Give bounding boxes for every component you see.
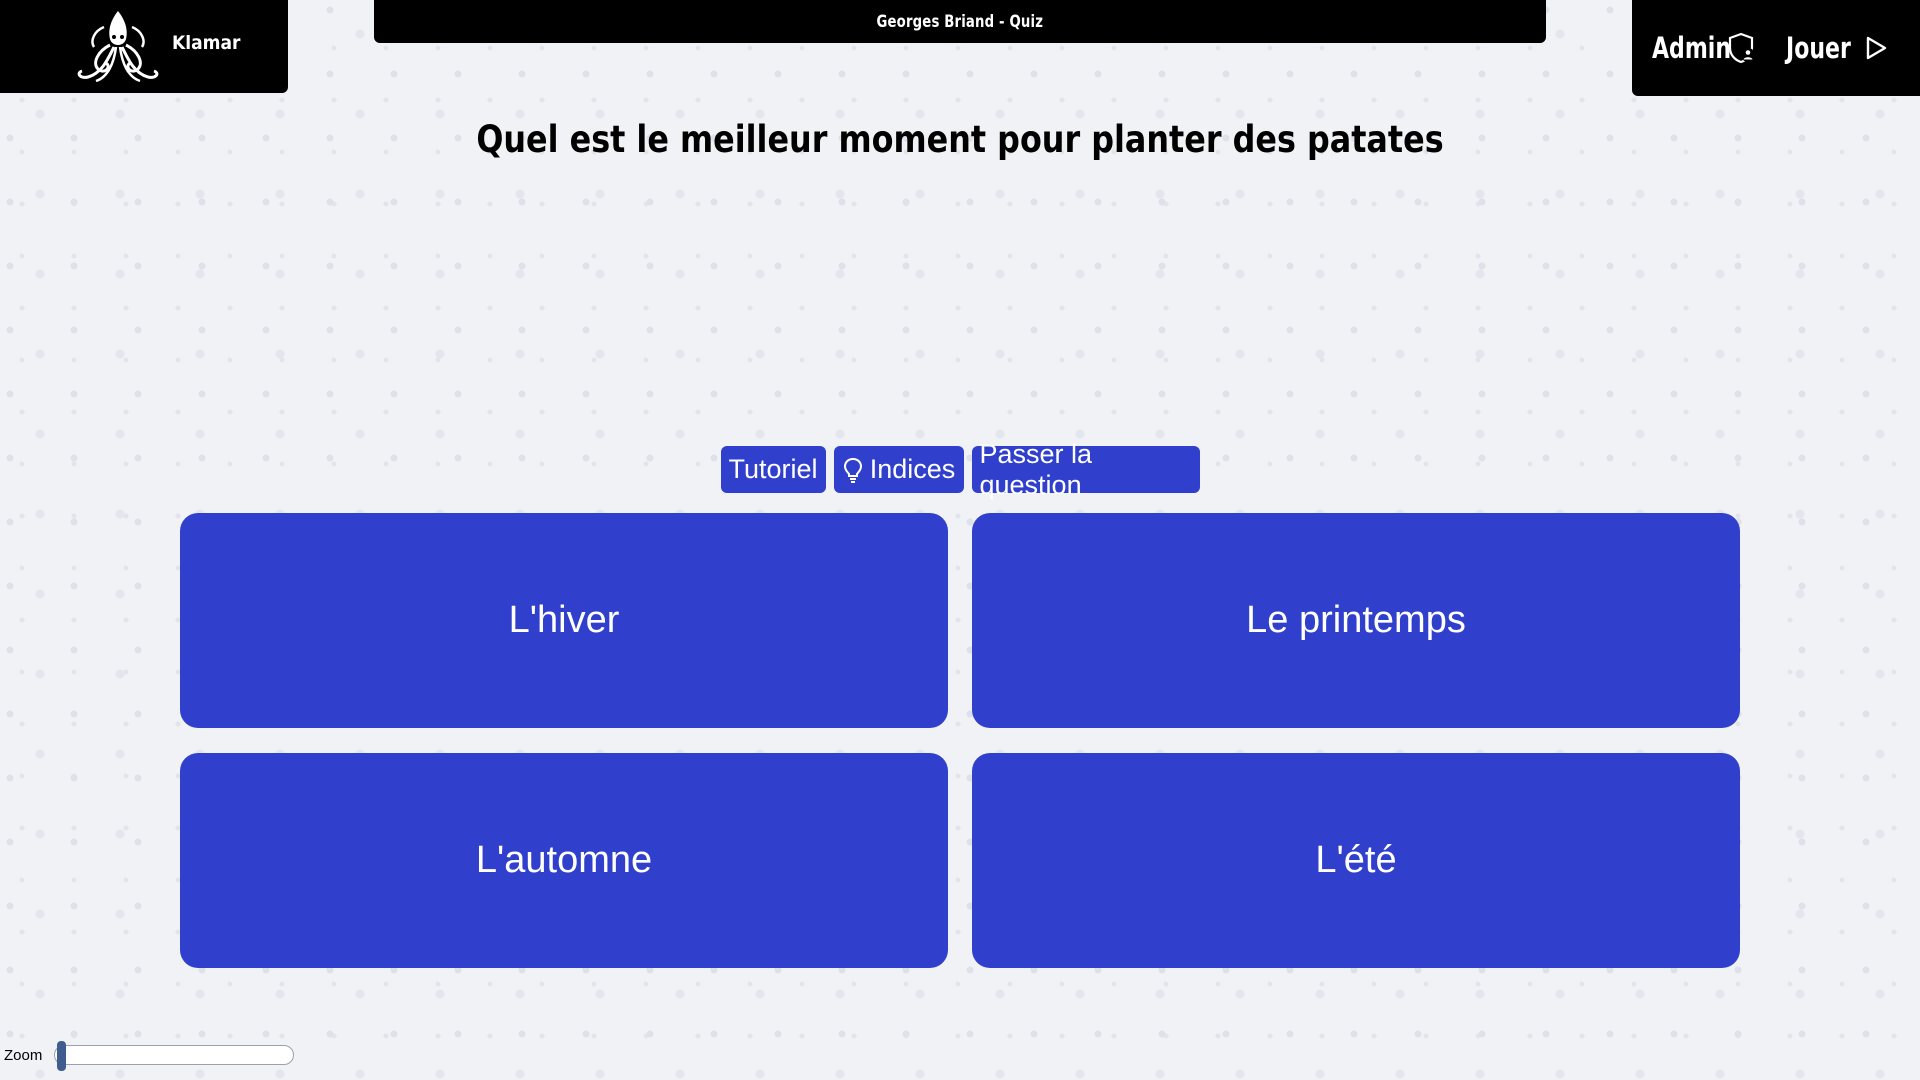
top-nav: Admin Jouer <box>1632 0 1920 96</box>
logo-block[interactable]: Klamar <box>0 0 288 93</box>
answer-label: L'hiver <box>508 599 620 641</box>
answer-option-1[interactable]: L'hiver <box>180 513 948 728</box>
question-text: Quel est le meilleur moment pour planter… <box>476 118 1444 161</box>
kraken-icon <box>77 10 159 82</box>
tutorial-label: Tutoriel <box>728 454 818 484</box>
lightbulb-icon <box>843 457 862 483</box>
answer-option-3[interactable]: L'automne <box>180 753 948 968</box>
play-icon <box>1866 36 1887 60</box>
tutorial-button[interactable]: Tutoriel <box>720 446 826 493</box>
zoom-label: Zoom <box>4 1046 43 1064</box>
hints-button[interactable]: Indices <box>833 446 964 493</box>
admin-label: Admin <box>1652 31 1732 65</box>
answer-option-2[interactable]: Le printemps <box>972 513 1740 728</box>
play-label: Jouer <box>1786 31 1851 65</box>
logo-text: Klamar <box>172 31 241 54</box>
zoom-slider-handle[interactable] <box>57 1041 67 1071</box>
zoom-control: Zoom <box>4 1041 295 1071</box>
answer-grid: L'hiver Le printemps L'automne L'été <box>180 513 1740 968</box>
answer-label: Le printemps <box>1246 599 1466 641</box>
skip-label: Passer la question <box>979 438 1093 500</box>
answer-label: L'été <box>1315 839 1397 881</box>
skip-question-button[interactable]: Passer la question <box>971 439 1200 500</box>
title-bar: Georges Briand - Quiz <box>374 0 1546 43</box>
zoom-slider[interactable] <box>54 1041 295 1071</box>
admin-link[interactable]: Admin <box>1652 31 1758 65</box>
quiz-actions: Tutoriel Indices Passer la question <box>0 439 1920 500</box>
answer-option-4[interactable]: L'été <box>972 753 1740 968</box>
hints-label: Indices <box>869 454 956 484</box>
page-title: Georges Briand - Quiz <box>876 11 1044 32</box>
play-link[interactable]: Jouer <box>1786 31 1892 65</box>
answer-label: L'automne <box>475 839 653 881</box>
